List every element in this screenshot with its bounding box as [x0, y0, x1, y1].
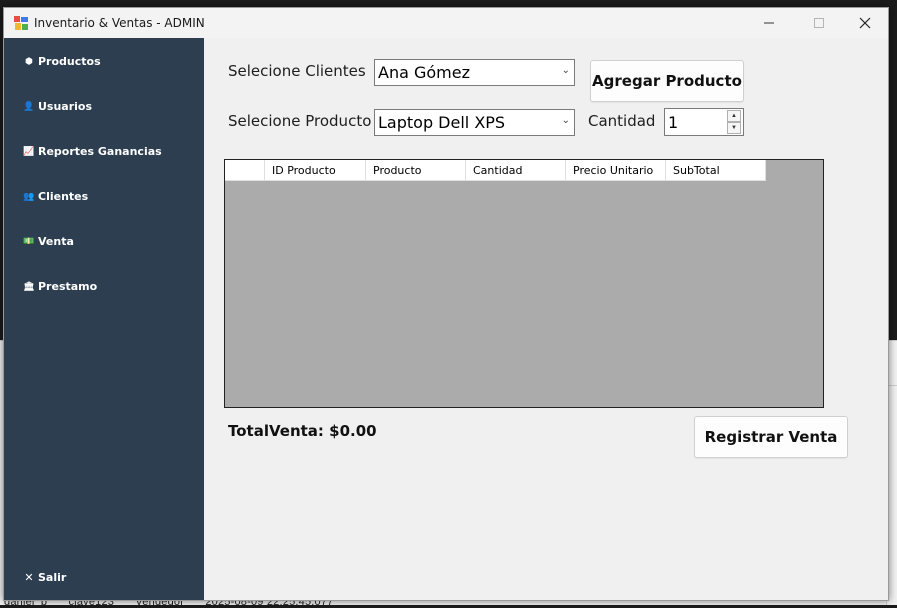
sidebar-item-label: Productos — [38, 55, 101, 68]
sidebar-item-prestamo[interactable]: 🏛 Prestamo — [23, 280, 97, 293]
sidebar: ⬢ Productos 👤 Usuarios 📈 Reportes Gananc… — [4, 38, 204, 600]
client-label: Selecione Clientes — [228, 62, 366, 80]
quantity-stepper[interactable]: 1 ▲ ▼ — [664, 108, 744, 136]
column-subtotal[interactable]: SubTotal — [666, 160, 766, 181]
total-sale-label: TotalVenta: $0.00 — [228, 422, 377, 440]
product-label: Selecione Producto — [228, 112, 372, 130]
minimize-button[interactable] — [746, 8, 792, 38]
sidebar-item-clientes[interactable]: 👥 Clientes — [23, 190, 88, 203]
client-select[interactable]: Ana Gómez ⌄ — [374, 59, 575, 86]
add-product-button[interactable]: Agregar Producto — [590, 60, 744, 102]
window-title: Inventario & Ventas - ADMIN — [34, 16, 205, 30]
quantity-value: 1 — [668, 113, 679, 132]
sidebar-item-label: Venta — [38, 235, 74, 248]
product-select[interactable]: Laptop Dell XPS ⌄ — [374, 109, 575, 136]
column-precio-unitario[interactable]: Precio Unitario — [566, 160, 666, 181]
close-icon — [859, 17, 871, 29]
sidebar-item-label: Reportes Ganancias — [38, 145, 162, 158]
client-select-value: Ana Gómez — [378, 63, 470, 82]
register-sale-button[interactable]: Registrar Venta — [694, 416, 848, 458]
column-producto[interactable]: Producto — [366, 160, 466, 181]
sidebar-item-productos[interactable]: ⬢ Productos — [23, 55, 101, 68]
close-x-icon: ✕ — [24, 571, 34, 584]
money-icon: 💵 — [23, 236, 35, 247]
grid-header: ID Producto Producto Cantidad Precio Uni… — [225, 160, 766, 181]
close-button[interactable] — [842, 8, 888, 38]
spin-up-icon[interactable]: ▲ — [727, 110, 741, 122]
column-cantidad[interactable]: Cantidad — [466, 160, 566, 181]
minimize-icon — [764, 22, 774, 24]
sidebar-item-label: Usuarios — [38, 100, 93, 113]
spin-down-icon[interactable]: ▼ — [727, 122, 741, 134]
box-icon: ⬢ — [25, 56, 33, 67]
grid-row-header[interactable] — [225, 160, 265, 181]
column-id-producto[interactable]: ID Producto — [265, 160, 366, 181]
main-window: Inventario & Ventas - ADMIN ⬢ Productos … — [3, 7, 889, 601]
title-bar[interactable]: Inventario & Ventas - ADMIN — [4, 8, 888, 38]
user-icon: 👤 — [23, 101, 35, 112]
users-icon: 👥 — [23, 191, 35, 202]
maximize-button[interactable] — [796, 8, 842, 38]
product-select-value: Laptop Dell XPS — [378, 113, 506, 132]
sidebar-item-salir[interactable]: ✕ Salir — [23, 571, 66, 584]
sidebar-item-reportes-ganancias[interactable]: 📈 Reportes Ganancias — [23, 145, 162, 158]
chart-icon: 📈 — [23, 146, 35, 157]
sidebar-item-venta[interactable]: 💵 Venta — [23, 235, 74, 248]
sidebar-item-usuarios[interactable]: 👤 Usuarios — [23, 100, 92, 113]
sidebar-item-label: Salir — [38, 571, 67, 584]
maximize-icon — [814, 18, 824, 28]
sidebar-item-label: Clientes — [38, 190, 89, 203]
quantity-label: Cantidad — [588, 112, 656, 130]
bank-icon: 🏛 — [23, 281, 35, 292]
app-icon — [14, 16, 28, 30]
chevron-down-icon: ⌄ — [561, 65, 570, 76]
chevron-down-icon: ⌄ — [561, 115, 570, 126]
sales-grid[interactable]: ID Producto Producto Cantidad Precio Uni… — [224, 159, 824, 408]
sidebar-item-label: Prestamo — [38, 280, 98, 293]
